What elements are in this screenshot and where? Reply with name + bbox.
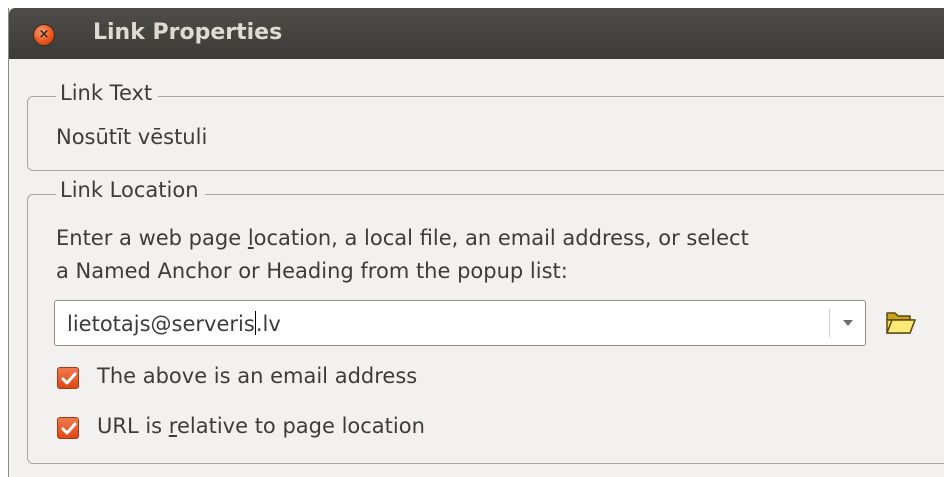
folder-open-icon[interactable] [884,307,918,337]
chevron-down-icon[interactable] [841,317,855,329]
link-location-input[interactable]: lietotajs@serveris.lv [67,311,281,336]
link-text-value: Nosūtīt vēstuli [56,125,208,149]
link-location-combobox[interactable]: lietotajs@serveris.lv [54,300,866,346]
checkmark-icon [61,372,77,385]
checkmark-icon [61,422,77,435]
email-address-checkbox[interactable] [57,367,79,389]
location-description-line2: a Named Anchor or Heading from the popup… [56,259,568,283]
location-description-line1: Enter a web page location, a local file,… [56,226,749,250]
link-location-legend: Link Location [56,178,205,202]
title-bar[interactable]: × Link Properties [9,8,944,59]
relative-url-label[interactable]: URL is relative to page location [97,414,425,438]
close-icon[interactable]: × [33,24,55,46]
dialog-title: Link Properties [93,20,283,45]
email-address-label[interactable]: The above is an email address [97,364,417,388]
combo-separator [829,309,830,337]
link-text-legend: Link Text [56,81,159,105]
relative-url-checkbox[interactable] [57,417,79,439]
